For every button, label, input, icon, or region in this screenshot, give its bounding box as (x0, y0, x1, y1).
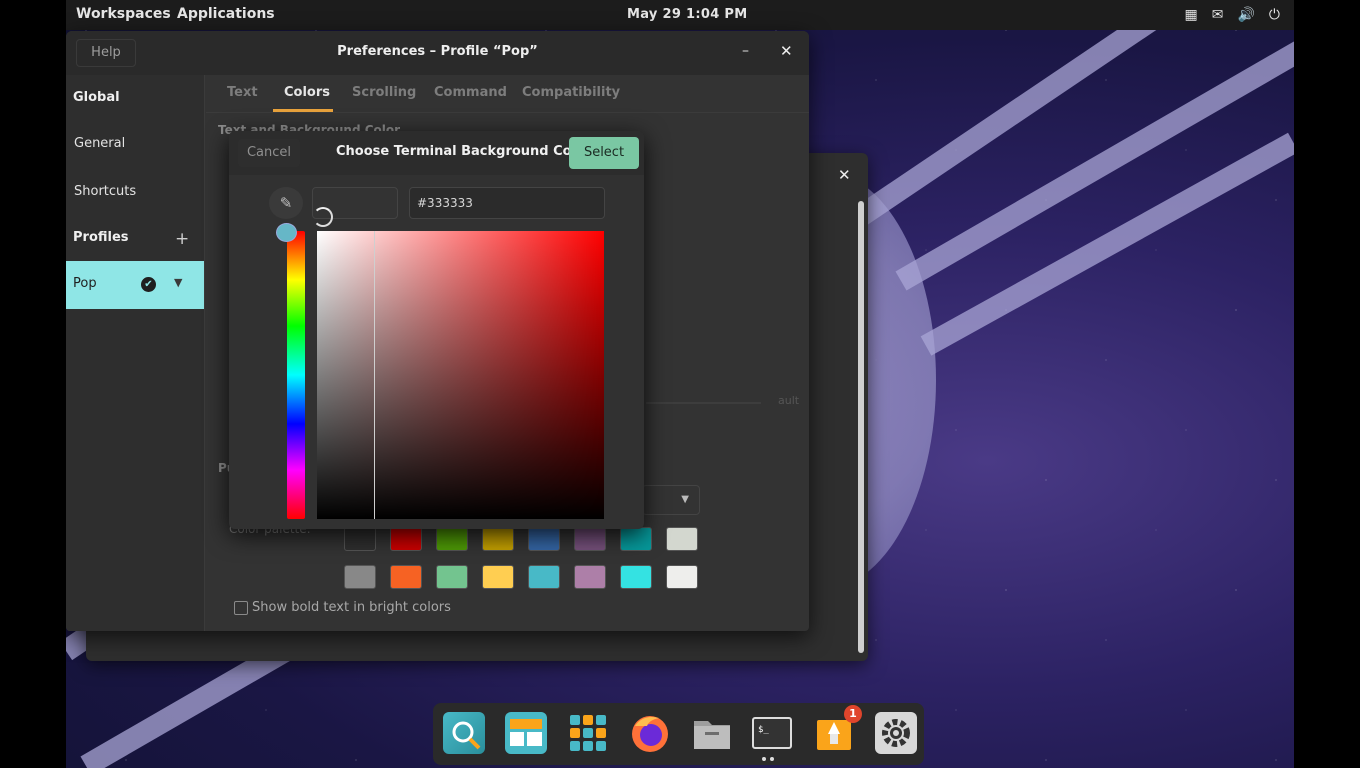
volume-icon[interactable]: 🔊 (1237, 7, 1254, 23)
sidebar-heading-profiles: Profiles (73, 230, 129, 245)
hex-color-input[interactable]: #333333 (409, 187, 605, 219)
firefox-logo-icon (632, 716, 668, 752)
workspaces-app-icon[interactable] (505, 712, 547, 754)
power-icon[interactable]: ⏻ (1269, 7, 1280, 23)
notification-badge: 1 (844, 705, 862, 723)
letterbox-right (1294, 0, 1360, 768)
dock: $_ 1 (433, 703, 924, 765)
settings-icon[interactable] (875, 712, 917, 754)
tab-bar: Text Colors Scrolling Command Compatibil… (206, 75, 809, 113)
gear-icon (882, 719, 910, 747)
close-icon[interactable]: ✕ (838, 166, 851, 184)
notification-icon[interactable]: ✉ (1212, 7, 1224, 23)
sidebar-heading-global: Global (73, 90, 120, 105)
system-tray: ▦ ✉ 🔊 ⏻ (1185, 7, 1280, 23)
windows-icon (510, 719, 542, 746)
pop-shop-search-icon[interactable] (443, 712, 485, 754)
top-bar: Workspaces Applications May 29 1:04 PM ▦… (66, 0, 1294, 30)
color-chooser-dialog: Cancel Choose Terminal Background Color … (229, 131, 644, 529)
applications-button[interactable]: Applications (177, 6, 275, 22)
window-header: Help Preferences – Profile “Pop” – ✕ (66, 31, 809, 75)
palette-swatch[interactable] (390, 527, 422, 551)
mouse-cursor-icon (313, 207, 333, 227)
chevron-down-icon[interactable]: ▼ (174, 276, 182, 289)
palette-swatch[interactable] (666, 565, 698, 589)
select-button[interactable]: Select (569, 137, 639, 169)
palette-swatch[interactable] (620, 527, 652, 551)
palette-swatch[interactable] (344, 565, 376, 589)
cancel-button[interactable]: Cancel (238, 139, 300, 167)
letterbox-left (0, 0, 66, 768)
palette-swatch[interactable] (390, 565, 422, 589)
palette-swatch[interactable] (482, 527, 514, 551)
terminal-icon[interactable]: $_ (751, 712, 793, 754)
app-grid-icon[interactable] (567, 712, 609, 754)
sidebar-item-general[interactable]: General (74, 136, 125, 151)
palette-swatch[interactable] (528, 527, 560, 551)
add-profile-icon[interactable]: + (175, 229, 189, 249)
bold-bright-label[interactable]: Show bold text in bright colors (252, 600, 451, 615)
sv-crosshair-line (374, 231, 375, 519)
saturation-value-plane[interactable] (317, 231, 604, 519)
profile-name: Pop (73, 276, 97, 291)
dialog-header: Cancel Choose Terminal Background Color … (229, 131, 644, 175)
dialog-title: Choose Terminal Background Color (336, 144, 592, 159)
tab-scrolling[interactable]: Scrolling (352, 85, 416, 100)
palette-swatch[interactable] (574, 527, 606, 551)
eyedropper-icon[interactable]: ✎ (269, 187, 303, 219)
grid-icon (570, 715, 606, 751)
window-title: Preferences – Profile “Pop” (337, 44, 538, 59)
palette-dropdown[interactable]: ▼ (642, 485, 700, 515)
hue-slider[interactable] (287, 231, 305, 519)
palette-swatch[interactable] (574, 565, 606, 589)
folder-icon (694, 721, 730, 749)
palette-swatch[interactable] (482, 565, 514, 589)
clock[interactable]: May 29 1:04 PM (627, 7, 747, 22)
close-icon[interactable]: ✕ (780, 42, 793, 60)
svg-text:$_: $_ (758, 725, 769, 735)
workspaces-button[interactable]: Workspaces (76, 6, 171, 22)
terminal-prompt-icon: $_ (752, 717, 792, 749)
running-indicator (762, 757, 774, 761)
bold-bright-checkbox[interactable] (234, 601, 248, 615)
tab-colors[interactable]: Colors (284, 85, 330, 100)
tab-text[interactable]: Text (227, 85, 258, 100)
divider (646, 402, 761, 404)
scrollbar[interactable] (858, 201, 864, 653)
display-icon[interactable]: ▦ (1185, 7, 1198, 23)
hue-slider-handle[interactable] (276, 223, 297, 242)
tab-compatibility[interactable]: Compatibility (522, 85, 620, 100)
palette-swatch[interactable] (620, 565, 652, 589)
active-tab-indicator (273, 109, 333, 112)
sidebar: Global General Shortcuts Profiles + Pop … (66, 75, 205, 631)
chevron-down-icon: ▼ (681, 494, 689, 505)
tab-command[interactable]: Command (434, 85, 507, 100)
sidebar-item-shortcuts[interactable]: Shortcuts (74, 184, 136, 199)
minimize-icon[interactable]: – (742, 43, 749, 59)
palette-swatch[interactable] (344, 527, 376, 551)
firefox-icon[interactable] (629, 712, 671, 754)
search-icon (452, 721, 481, 750)
palette-swatch[interactable] (528, 565, 560, 589)
sidebar-item-pop[interactable]: Pop ✔ ▼ (66, 261, 204, 309)
palette-swatch[interactable] (436, 527, 468, 551)
palette-swatch[interactable] (666, 527, 698, 551)
default-check-icon: ✔ (141, 277, 156, 292)
obscured-label: ault (778, 394, 800, 407)
palette-swatch[interactable] (436, 565, 468, 589)
files-icon[interactable] (691, 712, 733, 754)
